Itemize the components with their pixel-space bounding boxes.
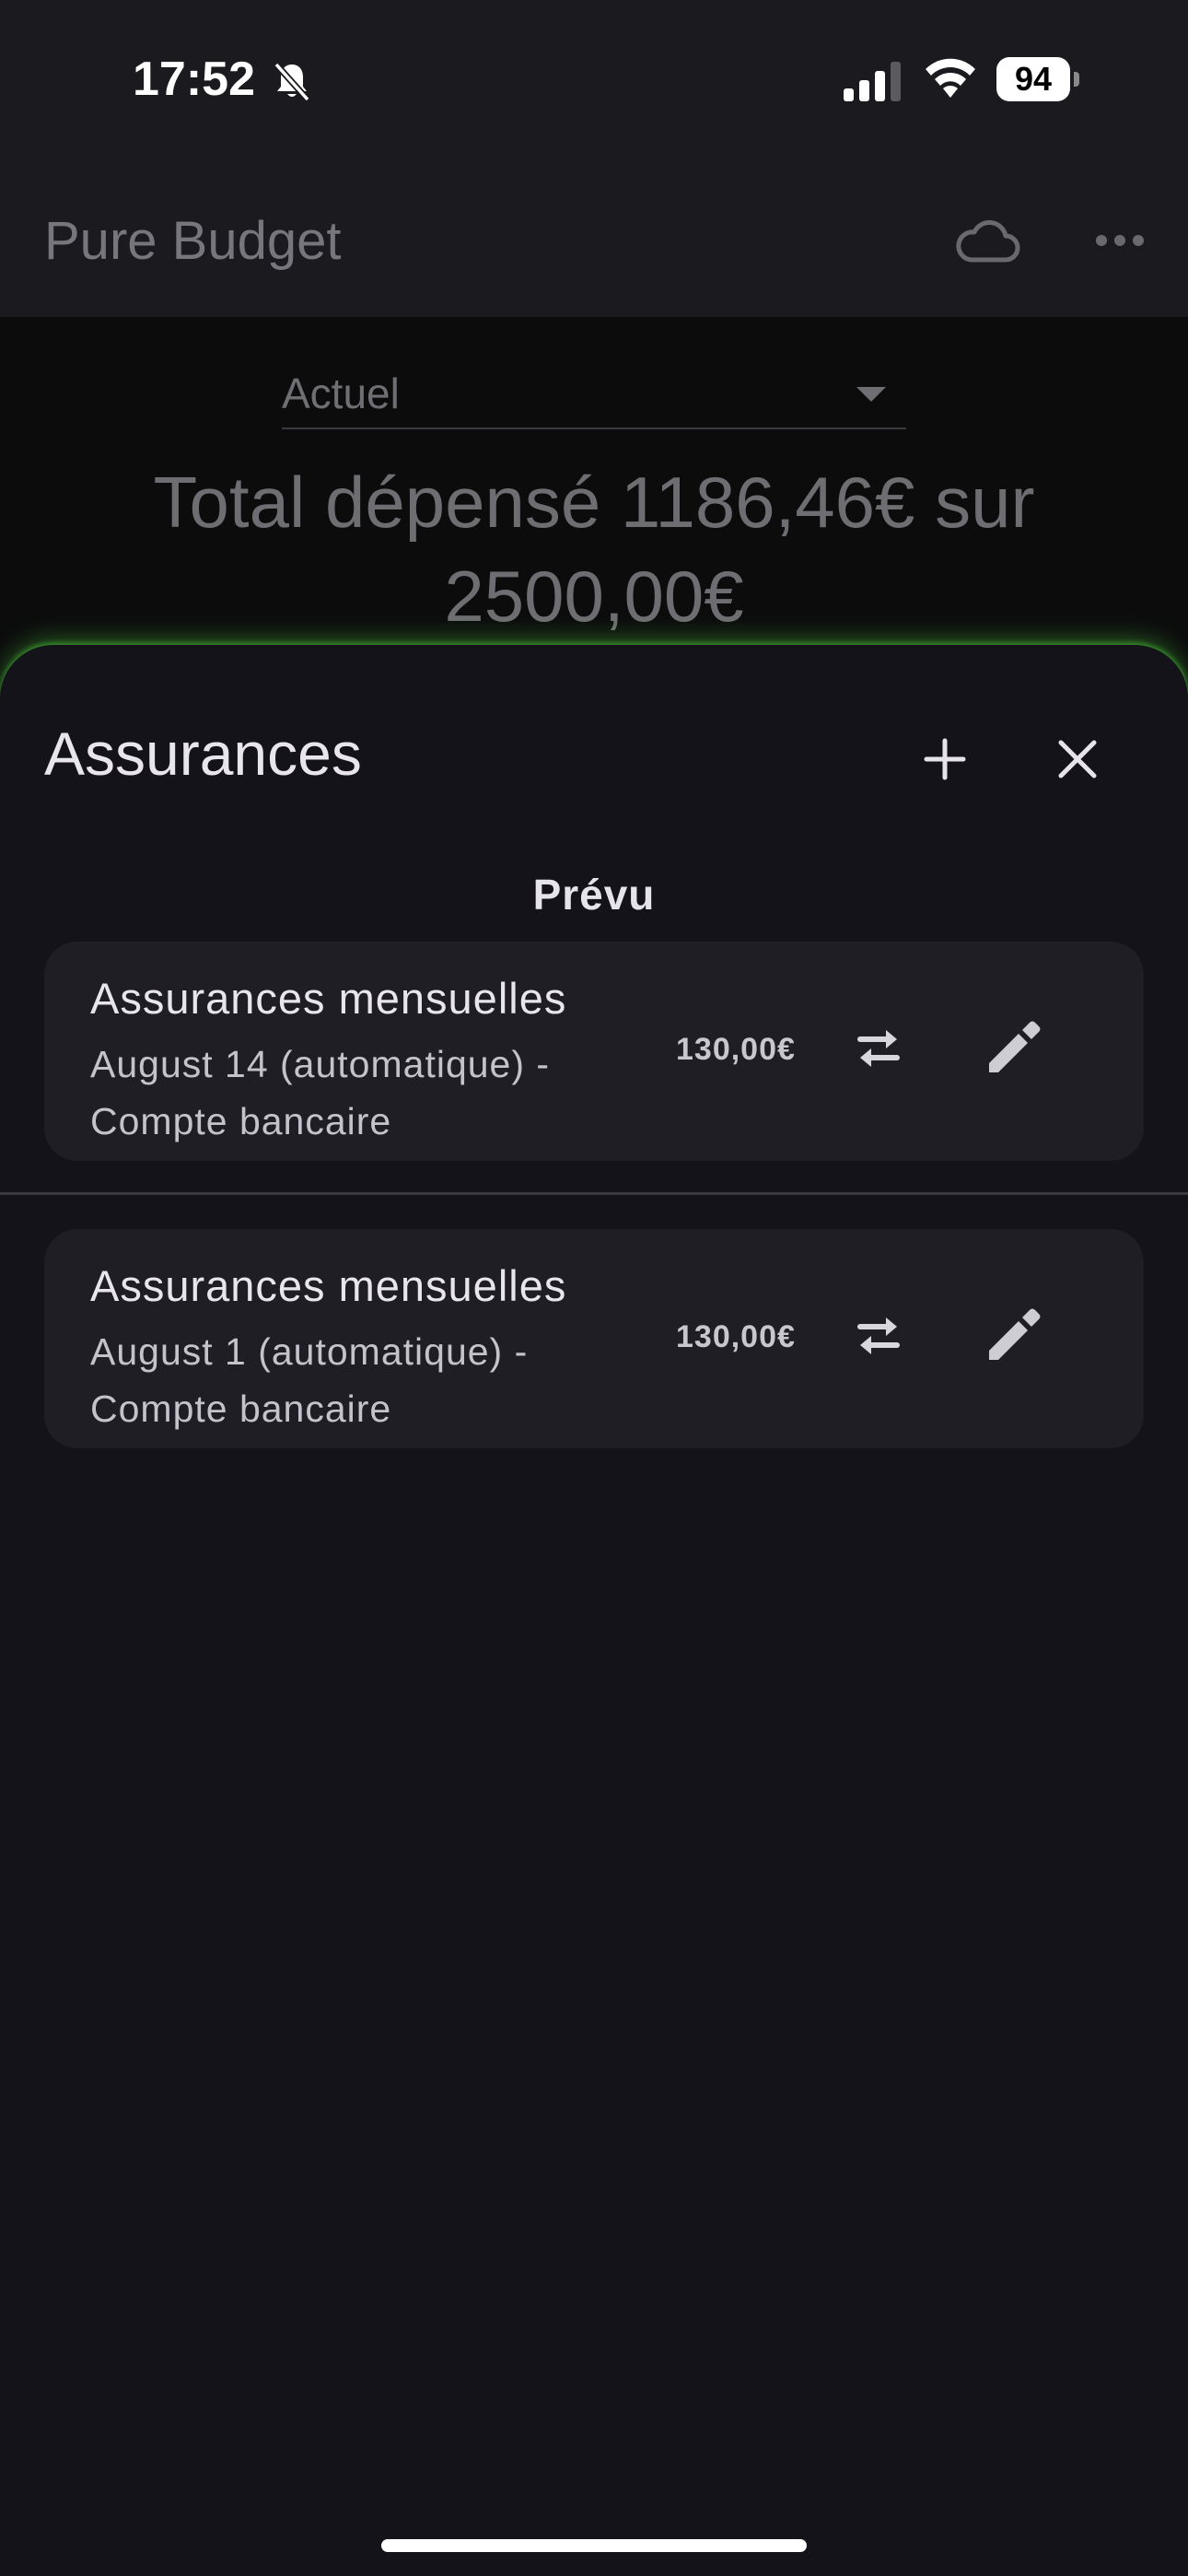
- app-title: Pure Budget: [44, 211, 342, 271]
- bell-slash-icon: [274, 62, 310, 102]
- status-bar: 17:52 94: [0, 0, 1188, 158]
- total-spent-text: Total dépensé 1186,46€ sur 2500,00€: [153, 462, 1035, 637]
- divider: [0, 1192, 1188, 1195]
- planned-item-card[interactable]: Assurances mensuelles August 14 (automat…: [44, 942, 1144, 1161]
- item-subtitle: August 1 (automatique) - Compte bancaire: [90, 1330, 529, 1430]
- category-sheet: Assurances Prévu Assurances mensuelles A…: [0, 645, 1188, 2576]
- cloud-icon[interactable]: [950, 214, 1024, 269]
- home-indicator[interactable]: [381, 2539, 807, 2552]
- signal-icon: [844, 62, 901, 101]
- item-title: Assurances mensuelles: [90, 974, 567, 1023]
- dropdown-arrow-icon: [856, 387, 886, 402]
- close-icon[interactable]: [1044, 726, 1111, 792]
- screen: 17:52 94 Pure Budget Actuel Total dépens…: [0, 0, 1188, 2576]
- battery-icon: 94: [996, 57, 1079, 101]
- battery-tip: [1074, 72, 1079, 87]
- add-icon[interactable]: [912, 726, 978, 792]
- planned-item-card[interactable]: Assurances mensuelles August 1 (automati…: [44, 1229, 1144, 1448]
- period-dropdown[interactable]: Actuel: [282, 354, 906, 429]
- item-amount: 130,00€: [676, 1032, 796, 1067]
- edit-pencil-icon[interactable]: [982, 1305, 1044, 1367]
- period-value: Actuel: [282, 369, 400, 417]
- edit-pencil-icon[interactable]: [982, 1017, 1044, 1080]
- status-time: 17:52: [133, 53, 255, 106]
- app-bar: Pure Budget: [0, 158, 1188, 317]
- item-title: Assurances mensuelles: [90, 1261, 567, 1310]
- transfer-arrows-icon[interactable]: [851, 1023, 906, 1074]
- transfer-arrows-icon[interactable]: [851, 1310, 906, 1362]
- wifi-icon: [926, 58, 975, 98]
- sheet-title: Assurances: [44, 720, 362, 788]
- section-header-planned: Prévu: [532, 871, 656, 919]
- item-subtitle: August 14 (automatique) - Compte bancair…: [90, 1043, 551, 1142]
- item-amount: 130,00€: [676, 1319, 796, 1354]
- battery-level: 94: [996, 57, 1070, 101]
- more-horizontal-icon[interactable]: [1094, 227, 1146, 254]
